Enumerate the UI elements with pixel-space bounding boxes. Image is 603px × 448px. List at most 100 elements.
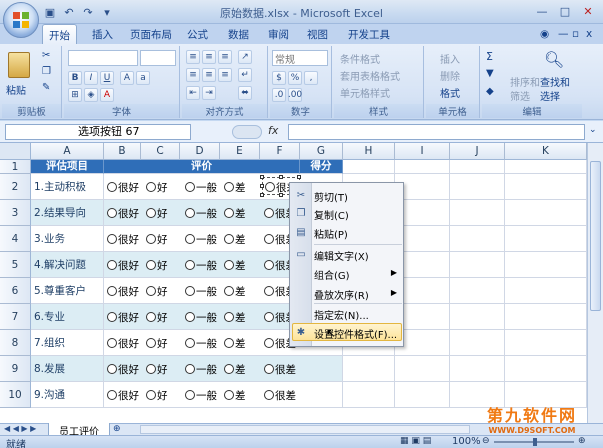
- office-button[interactable]: [3, 2, 39, 38]
- radio-option[interactable]: 一般: [185, 310, 217, 325]
- radio-option[interactable]: 差: [224, 258, 246, 273]
- help-icon[interactable]: ◉: [540, 28, 549, 40]
- align-right-icon[interactable]: ≡: [218, 68, 232, 82]
- empty-cell[interactable]: [450, 278, 505, 304]
- radio-button[interactable]: [224, 286, 234, 296]
- paste-button-label[interactable]: 粘贴: [6, 82, 26, 97]
- radio-button[interactable]: [224, 208, 234, 218]
- selection-handle[interactable]: [297, 175, 301, 179]
- radio-button[interactable]: [185, 338, 195, 348]
- empty-cell[interactable]: [505, 304, 587, 330]
- merge-center-icon[interactable]: ⬌: [238, 86, 252, 100]
- selection-handle[interactable]: [260, 193, 264, 197]
- close-icon[interactable]: ✕: [577, 2, 599, 20]
- radio-option[interactable]: 好: [146, 284, 168, 299]
- conditional-format-button[interactable]: 条件格式: [340, 51, 380, 66]
- empty-cell[interactable]: [343, 160, 395, 174]
- radio-button[interactable]: [264, 312, 274, 322]
- radio-button[interactable]: [146, 364, 156, 374]
- radio-button[interactable]: [146, 286, 156, 296]
- row-header-4[interactable]: 4: [0, 226, 31, 252]
- empty-cell[interactable]: [505, 278, 587, 304]
- radio-button[interactable]: [185, 390, 195, 400]
- font-color-icon[interactable]: A: [100, 88, 114, 102]
- radio-option[interactable]: 差: [224, 180, 246, 195]
- undo-icon[interactable]: ↶: [61, 4, 77, 20]
- selection-handle[interactable]: [279, 175, 283, 179]
- radio-option[interactable]: 差: [224, 206, 246, 221]
- radio-button[interactable]: [265, 182, 275, 192]
- scrollbar-thumb[interactable]: [590, 161, 601, 311]
- font-shrink-icon[interactable]: a: [136, 71, 150, 85]
- column-header-c[interactable]: C: [141, 143, 180, 160]
- radio-button[interactable]: [264, 260, 274, 270]
- format-cells-button[interactable]: 格式: [440, 85, 460, 100]
- tab-data[interactable]: 数据: [228, 27, 249, 42]
- column-header-e[interactable]: E: [220, 143, 260, 160]
- find-select-icon[interactable]: 🔍︎: [544, 50, 564, 69]
- radio-option[interactable]: 很好: [107, 284, 139, 299]
- empty-cell[interactable]: [450, 252, 505, 278]
- radio-button[interactable]: [146, 182, 156, 192]
- radio-option[interactable]: 一般: [185, 180, 217, 195]
- item-cell[interactable]: 4.解决问题: [31, 252, 104, 278]
- radio-option[interactable]: 一般: [185, 284, 217, 299]
- align-top-icon[interactable]: ≡: [186, 50, 200, 64]
- number-format-box[interactable]: 常规: [272, 50, 328, 66]
- radio-option[interactable]: 一般: [185, 336, 217, 351]
- selection-handle[interactable]: [279, 193, 283, 197]
- radio-option[interactable]: 差: [224, 310, 246, 325]
- item-cell[interactable]: 3.业务: [31, 226, 104, 252]
- context-menu-item[interactable]: 叠放次序(R): [314, 287, 369, 302]
- radio-button[interactable]: [107, 260, 117, 270]
- empty-cell[interactable]: [505, 252, 587, 278]
- paste-icon[interactable]: [8, 52, 30, 78]
- radio-button[interactable]: [107, 312, 117, 322]
- radio-option[interactable]: 差: [224, 336, 246, 351]
- empty-cell[interactable]: [450, 160, 505, 174]
- radio-button[interactable]: [224, 312, 234, 322]
- radio-button[interactable]: [146, 312, 156, 322]
- radio-button[interactable]: [224, 234, 234, 244]
- item-cell[interactable]: 5.尊重客户: [31, 278, 104, 304]
- radio-option[interactable]: 一般: [185, 232, 217, 247]
- radio-button[interactable]: [107, 208, 117, 218]
- radio-button[interactable]: [185, 182, 195, 192]
- save-icon[interactable]: ▣: [42, 4, 58, 20]
- row-header-10[interactable]: 10: [0, 382, 31, 408]
- cut-icon[interactable]: ✂: [42, 50, 50, 61]
- empty-cell[interactable]: [450, 200, 505, 226]
- tab-home[interactable]: 开始: [42, 24, 77, 45]
- decrease-indent-icon[interactable]: ⇤: [186, 86, 200, 100]
- radio-button[interactable]: [185, 286, 195, 296]
- insert-cells-button[interactable]: 插入: [440, 51, 460, 66]
- radio-option[interactable]: 好: [146, 232, 168, 247]
- bold-icon[interactable]: B: [68, 71, 82, 85]
- radio-button[interactable]: [264, 364, 274, 374]
- row-header-9[interactable]: 9: [0, 356, 31, 382]
- font-name-box[interactable]: [68, 50, 138, 66]
- row-header-1[interactable]: 1: [0, 160, 31, 174]
- context-menu-item[interactable]: 复制(C): [314, 207, 349, 222]
- radio-button[interactable]: [224, 390, 234, 400]
- radio-option[interactable]: 差: [224, 362, 246, 377]
- empty-cell[interactable]: [343, 382, 395, 408]
- tab-review[interactable]: 审阅: [268, 27, 289, 42]
- radio-button[interactable]: [185, 260, 195, 270]
- clear-icon[interactable]: ◆: [486, 86, 494, 97]
- sheet-nav-icons[interactable]: ◀ ◀ ▶ ▶: [4, 424, 36, 433]
- column-header-i[interactable]: I: [395, 143, 450, 160]
- row-header-6[interactable]: 6: [0, 278, 31, 304]
- context-menu-item[interactable]: 指定宏(N)...: [314, 307, 369, 322]
- selection-handle[interactable]: [260, 184, 264, 188]
- item-cell[interactable]: 2.结果导向: [31, 200, 104, 226]
- radio-option[interactable]: 很好: [107, 388, 139, 403]
- increase-decimal-icon[interactable]: .0: [272, 88, 286, 102]
- radio-option[interactable]: 好: [146, 310, 168, 325]
- font-size-box[interactable]: [140, 50, 176, 66]
- zoom-in-icon[interactable]: ⊕: [578, 436, 586, 446]
- radio-option[interactable]: 好: [146, 180, 168, 195]
- column-header-b[interactable]: B: [104, 143, 141, 160]
- column-header-a[interactable]: A: [31, 143, 104, 160]
- row-header-5[interactable]: 5: [0, 252, 31, 278]
